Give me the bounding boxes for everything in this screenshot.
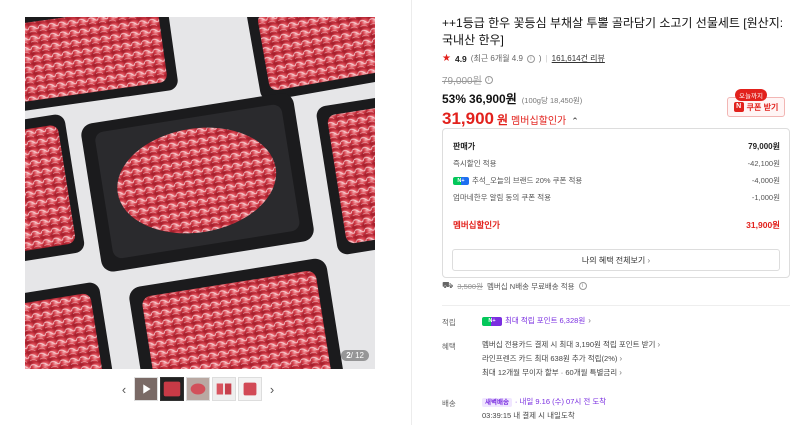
- points-text: 최대 적립 포인트 6,328원: [505, 316, 586, 325]
- naver-pay-badge-icon: N+: [482, 316, 502, 326]
- rating-detail: (최근 6개월 4.9: [470, 54, 523, 63]
- rating-score: 4.9: [454, 53, 467, 64]
- beef-thumbnail-image: [161, 378, 183, 400]
- star-icon: ★: [442, 53, 451, 64]
- thumbnail-4[interactable]: [212, 377, 236, 401]
- delivery-text: · 내일 9.16 (수) 07시 전 도착: [514, 397, 607, 406]
- chevron-up-icon[interactable]: ⌃: [571, 116, 579, 127]
- breakdown-value: 79,000원: [748, 142, 780, 151]
- naver-plus-badge-icon: N+: [453, 176, 469, 185]
- view-all-benefits-button[interactable]: 나의 혜택 전체보기 ›: [452, 249, 780, 271]
- breakdown-value: -1,000원: [751, 193, 780, 202]
- benefit-item[interactable]: 최대 12개월 무이자 할부 · 60개월 특별금리 ›: [482, 366, 660, 380]
- price-info-icon[interactable]: i: [484, 75, 493, 84]
- breakdown-label: 판매가: [453, 142, 476, 151]
- delivery-label: 배송: [442, 399, 456, 408]
- beef-thumbnail-image: [213, 378, 235, 400]
- benefits-list: 멤버십 전용카드 결제 시 최대 3,190원 적립 포인트 받기 › 라인프렌…: [482, 338, 660, 380]
- separator: |: [545, 54, 548, 63]
- rating-row: ★ 4.9 (최근 6개월 4.9 i) | 161,614건 리뷰: [442, 53, 790, 64]
- benefit-item[interactable]: 멤버십 전용카드 결제 시 최대 3,190원 적립 포인트 받기 ›: [482, 338, 660, 352]
- shipping-row: ⛟ 3,500원 멤버십 N배송 무료배송 적용 i: [442, 280, 587, 292]
- thumbnail-strip: ‹ ›: [116, 377, 280, 401]
- shipping-free-text: 멤버십 N배송 무료배송 적용: [487, 281, 575, 291]
- breakdown-value: -42,100원: [747, 159, 780, 168]
- chevron-right-icon: ›: [619, 368, 622, 377]
- coupon-today-badge: 오늘까지: [735, 89, 767, 101]
- discount-rate: 53%: [442, 92, 467, 106]
- original-price-row: 79,000원 i: [442, 72, 790, 87]
- breakdown-label-wrap: N+ 추석_오늘의 브랜드 20% 쿠폰 적용: [453, 175, 582, 186]
- member-price-label: 멤버십할인가: [511, 116, 567, 127]
- benefit-text: 최대 12개월 무이자 할부 · 60개월 특별금리: [482, 368, 618, 377]
- product-detail-panel: ++1등급 한우 꽃등심 부채살 투뿔 골라담기 소고기 선물세트 [원산지:국…: [442, 15, 790, 420]
- breakdown-total-value: 31,900원: [746, 219, 780, 230]
- video-thumbnail-icon: [135, 378, 157, 400]
- benefit-item[interactable]: 라인프렌즈 카드 최대 638원 추가 적립(2%) ›: [482, 352, 660, 366]
- benefit-text: 라인프렌즈 카드 최대 638원 추가 적립(2%): [482, 354, 618, 363]
- column-divider: [411, 0, 412, 425]
- info-icon[interactable]: i: [526, 54, 535, 63]
- benefit-text: 멤버십 전용카드 결제 시 최대 3,190원 적립 포인트 받기: [482, 340, 656, 349]
- shipping-info-icon[interactable]: i: [578, 282, 587, 290]
- product-main-image[interactable]: 2/ 12: [25, 17, 375, 369]
- breakdown-label: 추석_오늘의 브랜드 20% 쿠폰 적용: [472, 176, 583, 185]
- chevron-right-icon: ›: [657, 340, 661, 349]
- benefits-label: 혜택: [442, 342, 456, 351]
- thumbnail-5[interactable]: [238, 377, 262, 401]
- section-divider: [442, 305, 790, 306]
- coupon-button-label: 쿠폰 받기: [746, 102, 779, 112]
- points-label: 적립: [442, 318, 456, 327]
- view-all-benefits-label: 나의 혜택 전체보기: [581, 255, 646, 265]
- breakdown-row-brand-coupon: N+ 추석_오늘의 브랜드 20% 쿠폰 적용 -4,000원: [453, 172, 780, 189]
- price-breakdown-box: 판매가 79,000원 즉시할인 적용 -42,100원 N+ 추석_오늘의 브…: [442, 128, 790, 278]
- sale-price: 36,900원: [469, 92, 517, 106]
- review-count-link[interactable]: 161,614건 리뷰: [552, 53, 605, 64]
- truck-icon: ⛟: [442, 280, 454, 290]
- naver-n-icon: N: [733, 102, 744, 112]
- product-title: ++1등급 한우 꽃등심 부채살 투뿔 골라담기 소고기 선물세트 [원산지:국…: [442, 16, 784, 47]
- thumbnail-1[interactable]: [134, 377, 158, 401]
- delivery-countdown: 03:39:15 내 결제 시 내일도착: [482, 411, 575, 420]
- rating-detail-close: ): [538, 54, 542, 63]
- thumbnail-prev-button[interactable]: ‹: [116, 377, 132, 401]
- points-link[interactable]: N+ 최대 적립 포인트 6,328원 ›: [482, 314, 591, 328]
- delivery-value: 새벽배송 · 내일 9.16 (수) 07시 전 도착 03:39:15 내 결…: [482, 395, 606, 423]
- thumbnail-2[interactable]: [160, 377, 184, 401]
- breakdown-row-alarm-coupon: 엄마네한우 알림 동의 쿠폰 적용 -1,000원: [453, 189, 780, 206]
- chevron-right-icon: ›: [619, 354, 623, 363]
- page-total: / 12: [350, 351, 364, 360]
- points-value: N+ 최대 적립 포인트 6,328원 ›: [482, 314, 591, 328]
- unit-price: (100g당 18,450원): [521, 96, 583, 105]
- breakdown-total-label: 멤버십할인가: [453, 219, 500, 230]
- dawn-delivery-badge: 새벽배송: [482, 397, 512, 407]
- shipping-fee: 3,500원: [457, 281, 483, 291]
- breakdown-label: 엄마네한우 알림 동의 쿠폰 적용: [453, 193, 552, 202]
- breakdown-row-instant-discount: 즉시할인 적용 -42,100원: [453, 155, 780, 172]
- breakdown-label: 즉시할인 적용: [453, 159, 497, 168]
- beef-trays-photo: [25, 17, 375, 369]
- member-price-unit: 원: [497, 113, 509, 127]
- breakdown-value: -4,000원: [751, 176, 780, 185]
- dawn-delivery-line: 새벽배송 · 내일 9.16 (수) 07시 전 도착: [482, 395, 606, 409]
- image-page-indicator: 2/ 12: [341, 350, 369, 361]
- breakdown-row-list-price: 판매가 79,000원: [453, 138, 780, 155]
- beef-thumbnail-image: [187, 378, 209, 400]
- thumbnail-3[interactable]: [186, 377, 210, 401]
- chevron-right-icon: ›: [645, 255, 651, 265]
- chevron-right-icon: ›: [588, 316, 591, 325]
- breakdown-row-member-total: 멤버십할인가 31,900원: [453, 216, 780, 233]
- beef-thumbnail-image: [239, 378, 261, 400]
- original-price: 79,000원: [442, 76, 482, 87]
- thumbnail-next-button[interactable]: ›: [264, 377, 280, 401]
- member-price: 31,900: [442, 109, 494, 128]
